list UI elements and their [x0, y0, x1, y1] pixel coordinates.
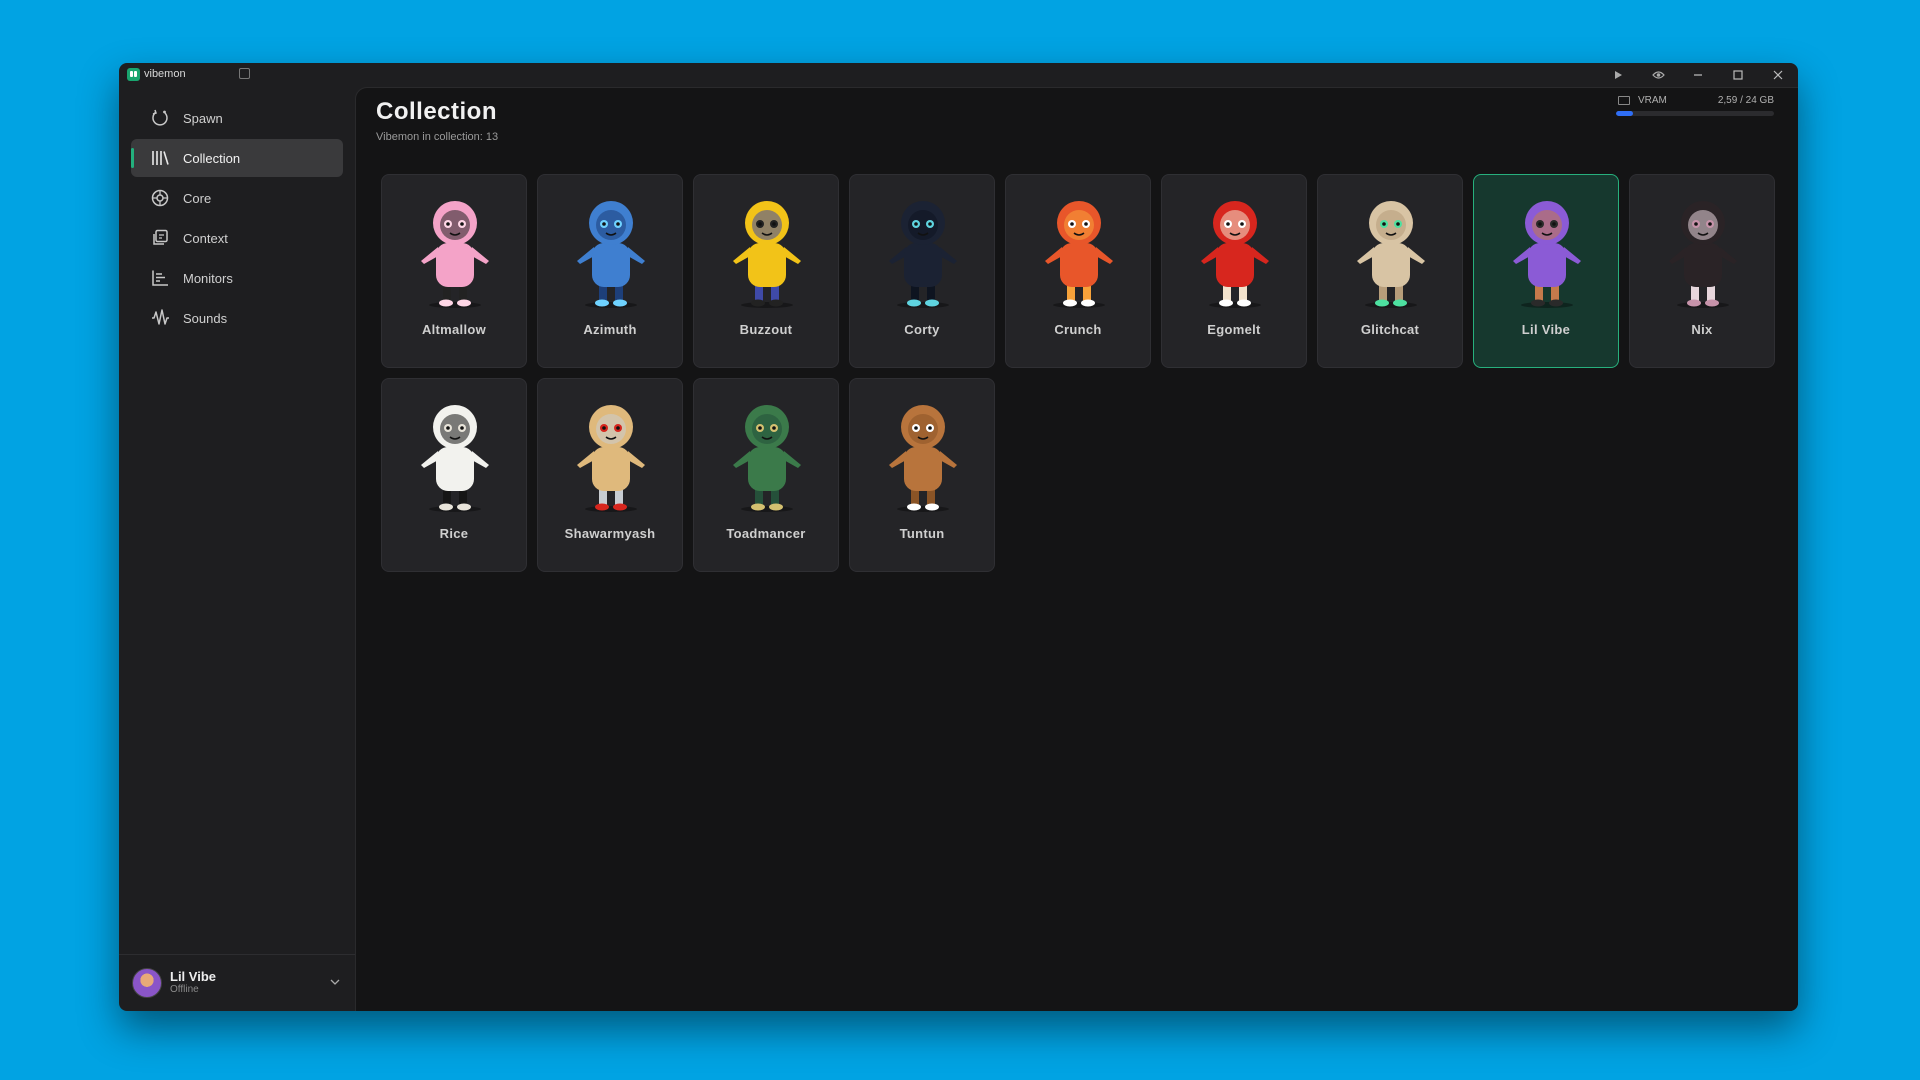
maximize-icon	[1733, 70, 1743, 80]
vibemon-name: Toadmancer	[726, 526, 806, 541]
title-bar: vibemon	[119, 63, 1798, 87]
sidebar-nav: Spawn Collection Core Context Monitors S…	[131, 99, 343, 339]
play-icon	[1615, 71, 1622, 79]
profile-status: Offline	[170, 984, 199, 995]
library-icon	[149, 147, 171, 169]
close-icon	[1773, 70, 1783, 80]
gpu-icon	[1618, 95, 1630, 105]
vibemon-name: Azimuth	[583, 322, 637, 337]
sidebar-item-label: Context	[183, 230, 228, 246]
vibemon-card[interactable]: Shawarmyash	[537, 378, 683, 572]
vibemon-name: Nix	[1691, 322, 1713, 337]
vibemon-figure	[1185, 191, 1285, 309]
vibemon-figure	[717, 395, 817, 513]
core-icon	[149, 187, 171, 209]
vibemon-card[interactable]: Glitchcat	[1317, 174, 1463, 368]
sidebar-item-sounds[interactable]: Sounds	[131, 299, 343, 337]
vibemon-figure	[1653, 191, 1753, 309]
vibemon-name: Shawarmyash	[564, 526, 656, 541]
eye-icon	[1651, 71, 1665, 79]
vibemon-card[interactable]: Altmallow	[381, 174, 527, 368]
vibemon-name: Tuntun	[899, 526, 945, 541]
vram-meter: VRAM 2,59 / 24 GB	[1616, 92, 1774, 116]
vibemon-name: Crunch	[1054, 322, 1102, 337]
vram-value: 2,59 / 24 GB	[1717, 94, 1774, 106]
vibemon-figure	[1029, 191, 1129, 309]
main-content: Collection Vibemon in collection: 13 VRA…	[355, 87, 1798, 1011]
sidebar-item-core[interactable]: Core	[131, 179, 343, 217]
vibemon-card[interactable]: Crunch	[1005, 174, 1151, 368]
avatar	[132, 968, 162, 998]
vibemon-card[interactable]: Nix	[1629, 174, 1775, 368]
vibemon-card[interactable]: Buzzout	[693, 174, 839, 368]
monitors-icon	[149, 267, 171, 289]
vram-label: VRAM	[1638, 94, 1667, 106]
sidebar-toggle-icon[interactable]	[239, 68, 250, 79]
spawn-icon	[149, 107, 171, 129]
chevron-down-icon[interactable]	[330, 975, 340, 989]
vibemon-name: Lil Vibe	[1521, 322, 1571, 337]
sidebar-item-label: Core	[183, 190, 212, 206]
vibemon-name: Altmallow	[421, 322, 487, 337]
vram-bar-fill	[1616, 111, 1634, 116]
sidebar: Spawn Collection Core Context Monitors S…	[119, 87, 355, 1011]
sounds-icon	[149, 307, 171, 329]
app-window: vibemon Spawn Collection Core Context Mo…	[119, 63, 1798, 1011]
vram-bar	[1616, 111, 1774, 116]
vibemon-figure	[717, 191, 817, 309]
vibemon-name: Buzzout	[739, 322, 793, 337]
vibemon-figure	[873, 395, 973, 513]
sidebar-item-label: Monitors	[183, 270, 233, 286]
vibemon-card[interactable]: Tuntun	[849, 378, 995, 572]
profile-switcher[interactable]: Lil Vibe Offline	[119, 954, 355, 1011]
sidebar-item-label: Sounds	[183, 310, 228, 326]
sidebar-item-monitors[interactable]: Monitors	[131, 259, 343, 297]
window-controls	[1598, 63, 1798, 87]
vibemon-name: Glitchcat	[1360, 322, 1420, 337]
vibemon-figure	[561, 395, 661, 513]
vibemon-card[interactable]: Egomelt	[1161, 174, 1307, 368]
app-name: vibemon	[144, 68, 186, 80]
vibemon-figure	[561, 191, 661, 309]
sidebar-item-label: Spawn	[183, 110, 223, 126]
vibemon-card[interactable]: Lil Vibe	[1473, 174, 1619, 368]
vibemon-figure	[873, 191, 973, 309]
close-button[interactable]	[1758, 63, 1798, 87]
page-subtitle: Vibemon in collection: 13	[376, 131, 499, 143]
vibemon-name: Rice	[439, 526, 469, 541]
vibemon-figure	[405, 191, 505, 309]
sidebar-item-label: Collection	[183, 150, 241, 166]
context-icon	[149, 227, 171, 249]
vibemon-name: Corty	[904, 322, 940, 337]
vibemon-figure	[405, 395, 505, 513]
minimize-icon	[1694, 74, 1702, 76]
vibemon-name: Egomelt	[1207, 322, 1261, 337]
page-title: Collection	[376, 98, 498, 125]
vibemon-card[interactable]: Toadmancer	[693, 378, 839, 572]
sidebar-item-spawn[interactable]: Spawn	[131, 99, 343, 137]
maximize-button[interactable]	[1718, 63, 1758, 87]
sidebar-item-collection[interactable]: Collection	[131, 139, 343, 177]
profile-name: Lil Vibe	[170, 969, 216, 984]
app-logo-icon	[127, 68, 140, 81]
minimize-button[interactable]	[1678, 63, 1718, 87]
sidebar-item-context[interactable]: Context	[131, 219, 343, 257]
vibemon-card[interactable]: Azimuth	[537, 174, 683, 368]
visibility-button[interactable]	[1638, 63, 1678, 87]
vibemon-figure	[1341, 191, 1441, 309]
vibemon-figure	[1497, 191, 1597, 309]
vibemon-card[interactable]: Rice	[381, 378, 527, 572]
vibemon-card[interactable]: Corty	[849, 174, 995, 368]
play-button[interactable]	[1598, 63, 1638, 87]
